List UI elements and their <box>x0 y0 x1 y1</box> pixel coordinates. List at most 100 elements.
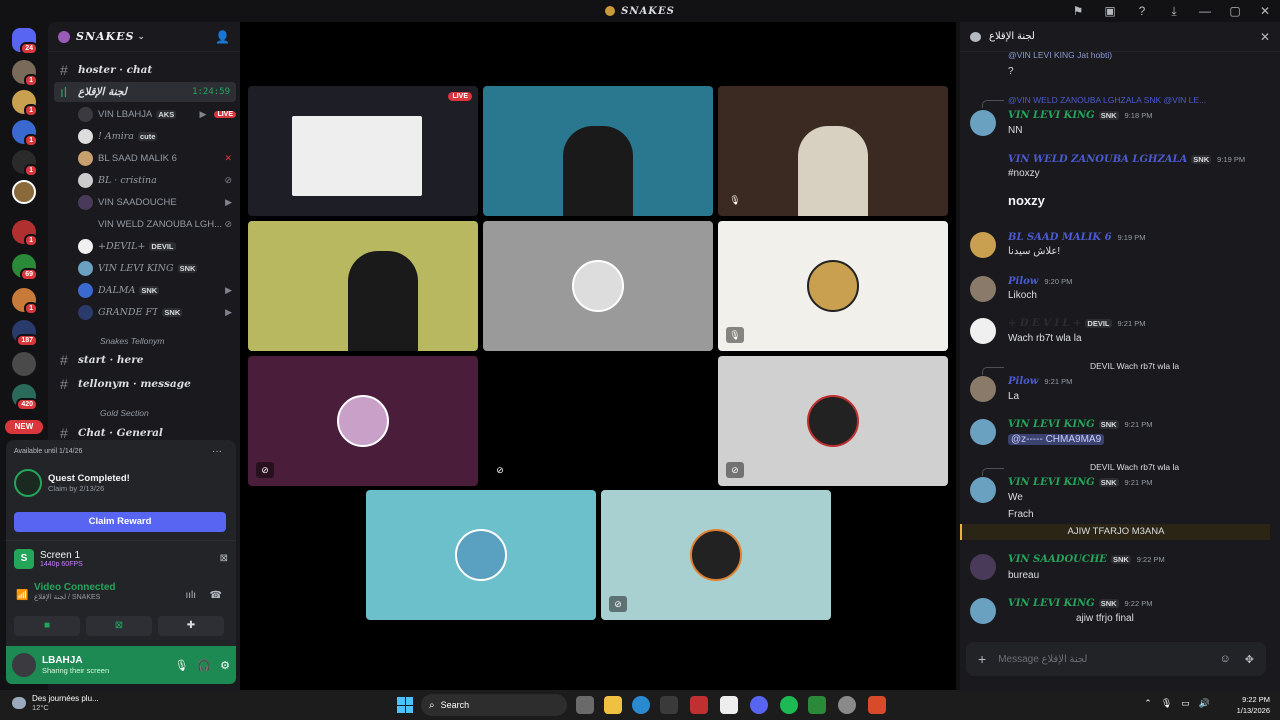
app-icon[interactable] <box>838 696 856 714</box>
server-icon[interactable]: 69 <box>12 254 38 281</box>
camera-tile[interactable]: 🎙 <box>718 86 948 216</box>
server-icon[interactable]: 187 <box>12 320 38 347</box>
emoji-icon[interactable]: ☺ <box>1220 653 1231 666</box>
inbox-flag-icon[interactable]: ⚑ <box>1062 4 1094 18</box>
close-icon[interactable]: ✕ <box>1260 30 1270 44</box>
taskbar-clock[interactable]: 9:22 PM 1/13/2026 <box>1237 694 1270 716</box>
apps-icon[interactable]: ✥ <box>1245 653 1254 666</box>
activities-button[interactable]: ✚ <box>158 616 224 636</box>
share-screen-button[interactable]: ⊠ <box>86 616 152 636</box>
avatar[interactable] <box>970 110 996 136</box>
volume-icon[interactable]: 🔊 <box>1199 698 1210 709</box>
stream-tile[interactable]: LIVE <box>248 86 478 216</box>
discord-icon[interactable] <box>750 696 768 714</box>
edge-browser-icon[interactable] <box>632 696 650 714</box>
voice-user[interactable]: DALMA SNK ▶ <box>78 280 236 301</box>
windows-start-icon[interactable] <box>397 697 413 713</box>
file-explorer-icon[interactable] <box>604 696 622 714</box>
microphone-icon[interactable]: 🎙 <box>1161 698 1172 709</box>
message-author[interactable]: VIN LEVI KING SNK 9:21 PM <box>1008 477 1152 488</box>
taskbar-search[interactable]: ⌕ Search <box>421 694 567 716</box>
user-tile[interactable]: ⊘ <box>718 356 948 486</box>
voice-user[interactable]: VIN SAADOUCHE ▶ <box>78 192 236 213</box>
server-icon[interactable] <box>12 352 36 376</box>
user-tile[interactable]: ⊘ <box>248 356 478 486</box>
inbox-icon[interactable]: ▣ <box>1094 4 1126 18</box>
server-icon-snakes[interactable] <box>12 180 36 204</box>
avatar[interactable] <box>970 376 996 402</box>
user-tile[interactable] <box>366 490 596 620</box>
guild-header[interactable]: SNAKES ⌄ 👤 <box>48 22 240 52</box>
spotify-icon[interactable] <box>780 696 798 714</box>
add-attachment-icon[interactable]: + <box>978 651 986 667</box>
voice-user[interactable]: VIN LEVI KING SNK <box>78 258 236 279</box>
disconnect-icon[interactable]: ☎ <box>210 590 222 601</box>
category-snakes-tellonym[interactable]: Snakes Tellonym <box>100 336 240 350</box>
voice-user[interactable]: VIN LBAHJA AKS ▶ LIVE <box>78 104 236 125</box>
avatar[interactable] <box>970 318 996 344</box>
camera-tile[interactable] <box>483 86 713 216</box>
avatar[interactable] <box>970 232 996 258</box>
headphones-icon[interactable]: 🎧 <box>197 659 211 672</box>
voice-status[interactable]: Video Connected <box>34 582 228 593</box>
brave-browser-icon[interactable] <box>868 696 886 714</box>
user-tile[interactable]: 🎙 <box>718 221 948 351</box>
claim-reward-button[interactable]: Claim Reward <box>14 512 226 532</box>
chat-input[interactable]: + Message لجنة الإقلاع ☺ ✥ <box>966 642 1266 676</box>
task-view-icon[interactable] <box>576 696 594 714</box>
new-badge[interactable]: NEW <box>5 420 43 434</box>
avatar[interactable] <box>970 154 996 180</box>
category-gold-section[interactable]: Gold Section <box>100 408 240 422</box>
voice-channel-selected[interactable]: ıl لجنة الإقلاع 1:24:59 <box>54 82 236 102</box>
server-icon[interactable]: 1 <box>12 60 38 87</box>
avatar[interactable] <box>970 554 996 580</box>
server-icon[interactable]: 1 <box>12 90 38 117</box>
network-icon[interactable]: ▭ <box>1181 698 1190 709</box>
user-tile[interactable]: ⊘ <box>601 490 831 620</box>
settings-gear-icon[interactable]: ⚙ <box>220 659 230 672</box>
channel-tellonym-message[interactable]: # tellonym · message <box>54 374 236 394</box>
voice-user[interactable]: GRANDE FT SNK ▶ <box>78 302 236 323</box>
message-mention[interactable]: @ᴢ----- CHMA9MA9 <box>1008 434 1105 445</box>
message-author[interactable]: VIN WELD ZANOUBA LGHZALA SNK 9:19 PM <box>1008 154 1245 165</box>
avatar[interactable] <box>970 477 996 503</box>
minimize-button[interactable]: — <box>1190 4 1220 18</box>
maximize-button[interactable]: ▢ <box>1220 4 1250 18</box>
direct-messages-button[interactable]: 24 <box>12 28 38 55</box>
app-icon[interactable] <box>808 696 826 714</box>
message-author[interactable]: BL SAAD MALIK 6 9:19 PM <box>1008 232 1145 243</box>
voice-user[interactable]: BL · cristina ⊘ <box>78 170 236 191</box>
server-icon[interactable]: 420 <box>12 384 38 411</box>
camera-button[interactable]: ■ <box>14 616 80 636</box>
avatar[interactable] <box>970 276 996 302</box>
more-options-icon[interactable]: ··· <box>212 446 222 457</box>
message-author[interactable]: VIN LEVI KING SNK 9:18 PM <box>1008 110 1152 121</box>
microphone-icon[interactable]: 🎙 <box>174 659 188 672</box>
chevron-up-icon[interactable]: ⌃ <box>1144 698 1152 709</box>
user-tile[interactable]: ⊘ <box>483 356 713 486</box>
close-window-button[interactable]: ✕ <box>1250 4 1280 18</box>
message-author[interactable]: Pilow 9:21 PM <box>1008 376 1072 387</box>
invite-user-icon[interactable]: 👤 <box>215 30 230 44</box>
channel-hoster-chat[interactable]: # hoster · chat <box>54 60 236 80</box>
server-icon[interactable]: 1 <box>12 150 38 177</box>
camera-tile[interactable] <box>248 221 478 351</box>
avatar[interactable] <box>12 653 36 677</box>
voice-user[interactable]: VIN WELD ZANOUBA LGH... ⊘ <box>78 214 236 235</box>
weather-widget[interactable]: Des journées plu... 12°C <box>12 694 99 712</box>
channel-start-here[interactable]: # start · here <box>54 350 236 370</box>
voice-user[interactable]: BL SAAD MALIK 6 ✕ <box>78 148 236 169</box>
user-tile[interactable] <box>483 221 713 351</box>
app-icon[interactable] <box>690 696 708 714</box>
message-author[interactable]: VIN LEVI KING SNK 9:22 PM <box>1008 598 1152 609</box>
store-icon[interactable] <box>660 696 678 714</box>
help-icon[interactable]: ? <box>1126 4 1158 18</box>
server-icon[interactable]: 1 <box>12 288 38 315</box>
message-author[interactable]: VIN LEVI KING SNK 9:21 PM <box>1008 419 1152 430</box>
voice-user[interactable]: +DEVIL+ DEVIL <box>78 236 236 257</box>
avatar[interactable] <box>970 419 996 445</box>
message-author[interactable]: VIN SAADOUCHE SNK 9:22 PM <box>1008 554 1165 565</box>
voice-channel-name[interactable]: لجنة الإقلاع / SNAKES <box>34 593 228 601</box>
avatar[interactable] <box>970 598 996 624</box>
noise-suppression-icon[interactable]: ıılı <box>185 590 196 601</box>
